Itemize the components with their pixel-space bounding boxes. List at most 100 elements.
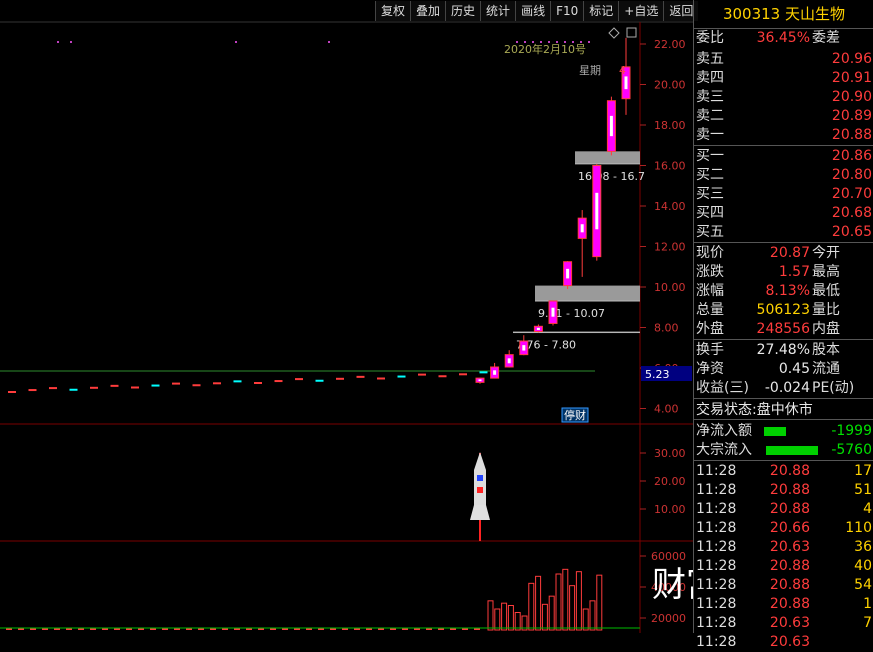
history-candle <box>479 371 488 374</box>
tick-row: 11:28 20.63 <box>696 633 872 652</box>
toolbar-button-0[interactable]: 复权 <box>375 1 411 21</box>
toolbar-button-5[interactable]: F10 <box>550 1 584 21</box>
stat-1-label2: 流通 <box>812 361 840 377</box>
history-candle <box>151 384 160 387</box>
volume-bar <box>569 585 576 631</box>
flow-row-1: 大宗流入 -5760 <box>696 441 872 460</box>
flow-row-0: 净流入额 -1999 <box>696 422 872 441</box>
quote-0-label2: 今开 <box>812 245 840 261</box>
panel-divider <box>694 398 873 399</box>
watermark-logo: 财富池 <box>652 565 693 605</box>
weekday-number: 4 <box>619 64 626 77</box>
panel-divider <box>694 242 873 243</box>
volume-bar <box>514 612 521 631</box>
tick-time: 11:28 <box>696 634 737 650</box>
price-tick-label: 18.00 <box>654 119 686 132</box>
toolbar-button-1[interactable]: 叠加 <box>410 1 446 21</box>
tick-price: 20.88 <box>769 577 810 593</box>
bid-5-value: 20.65 <box>831 224 872 240</box>
quote-4-row: 外盘 248556 内盘 <box>696 320 872 339</box>
rocket-window-icon <box>477 475 483 481</box>
toolbar-button-2[interactable]: 历史 <box>445 1 481 21</box>
quote-panel: 300313 天山生物 委比 36.45% 委差 卖五 20.96 卖四 20.91 卖三 20… <box>693 0 873 650</box>
stat-2-row: 收益(三) -0.024 PE(动) <box>696 379 872 398</box>
toolbar-button-3[interactable]: 统计 <box>480 1 516 21</box>
gap-label: 16.08 - 16.7 <box>578 170 645 183</box>
indicator-tick-label: 20.00 <box>654 475 686 488</box>
price-tick-label: 10.00 <box>654 281 686 294</box>
marker-dot <box>328 41 330 43</box>
toolbar-button-7[interactable]: +自选 <box>618 1 664 21</box>
tick-row: 11:28 20.88 54 <box>696 576 872 595</box>
gap-box <box>575 151 640 164</box>
stock-title[interactable]: 300313 天山生物 <box>694 0 873 29</box>
tick-time: 11:28 <box>696 558 737 574</box>
tick-row: 11:28 20.63 7 <box>696 614 872 633</box>
ask-4-label: 卖四 <box>696 70 724 86</box>
history-candle <box>233 380 242 383</box>
tick-row: 11:28 20.88 17 <box>696 462 872 481</box>
tick-time: 11:28 <box>696 463 737 479</box>
candle-core <box>609 115 613 137</box>
tick-price: 20.63 <box>769 615 810 631</box>
tick-row: 11:28 20.88 4 <box>696 500 872 519</box>
candle-core <box>522 345 526 351</box>
tick-volume: 4 <box>863 501 872 517</box>
volume-bar <box>596 574 603 631</box>
panel-divider <box>694 28 873 29</box>
volume-bar <box>555 573 562 631</box>
stat-0-label: 换手 <box>696 342 724 358</box>
quote-2-label2: 最低 <box>812 283 840 299</box>
bid-2-value: 20.80 <box>831 167 872 183</box>
date-label: 2020年2月10号 <box>504 42 586 56</box>
tick-volume: 7 <box>863 615 872 631</box>
stat-0-label2: 股本 <box>812 342 840 358</box>
price-tick-label: 20.00 <box>654 79 686 92</box>
volume-bar <box>501 602 508 631</box>
history-candle <box>28 389 37 392</box>
quote-4-value: 248556 <box>756 321 810 337</box>
panel-divider <box>694 145 873 146</box>
stat-1-row: 净资 0.45 流通 <box>696 360 872 379</box>
stock-name: 天山生物 <box>785 5 846 23</box>
quote-0-label: 现价 <box>696 245 724 261</box>
toolbar-button-4[interactable]: 画线 <box>515 1 551 21</box>
history-candle <box>110 384 119 387</box>
rocket-base-icon <box>470 505 490 520</box>
quote-2-label: 涨幅 <box>696 283 724 299</box>
flow-value: -5760 <box>831 442 872 458</box>
bid-5-label: 买五 <box>696 224 724 240</box>
tick-price: 20.88 <box>769 482 810 498</box>
weibi-row: 委比 36.45% 委差 <box>696 29 872 48</box>
volume-bar <box>548 595 555 631</box>
price-tick-label: 22.00 <box>654 38 686 51</box>
tick-row: 11:28 20.88 1 <box>696 595 872 614</box>
volume-tick-label: 20000 <box>651 612 686 625</box>
price-tick-label: 12.00 <box>654 241 686 254</box>
volume-bar <box>487 600 494 631</box>
gap-label: 9.31 - 10.07 <box>538 307 605 320</box>
tick-volume: 51 <box>854 482 872 498</box>
tick-volume: 36 <box>854 539 872 555</box>
bid-4-label: 买四 <box>696 205 724 221</box>
indicator-tick-label: 30.00 <box>654 447 686 460</box>
ask-2-value: 20.89 <box>831 108 872 124</box>
history-candle <box>254 382 262 384</box>
stat-2-label2: PE(动) <box>812 380 855 396</box>
chart-canvas[interactable]: 22.00 20.00 18.00 16.00 14.00 12.00 10.00 8.00 6… <box>0 0 693 633</box>
ask-1-label: 卖一 <box>696 127 724 143</box>
toolbar-button-6[interactable]: 标记 <box>583 1 619 21</box>
quote-1-label2: 最高 <box>812 264 840 280</box>
history-candle <box>192 384 201 387</box>
candle-core <box>551 307 555 317</box>
marker-dot <box>235 41 237 43</box>
panel-divider <box>694 419 873 420</box>
quote-0-value: 20.87 <box>769 245 810 261</box>
weibi-label2: 委差 <box>812 30 840 46</box>
kline-chart[interactable]: 22.00 20.00 18.00 16.00 14.00 12.00 10.00 8.00 6… <box>0 0 699 633</box>
candle-core <box>580 224 584 233</box>
weibi-label: 委比 <box>696 30 724 46</box>
ask-5-value: 20.96 <box>831 51 872 67</box>
candle-core <box>478 379 482 382</box>
tick-price: 20.63 <box>769 539 810 555</box>
